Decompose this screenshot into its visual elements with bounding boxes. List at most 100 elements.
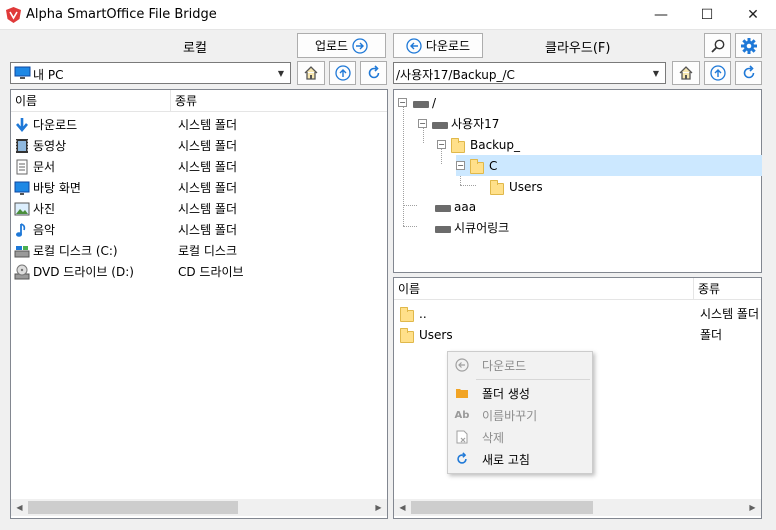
file-name: .. (419, 306, 427, 321)
chevron-down-icon[interactable]: ▼ (647, 63, 665, 83)
chevron-down-icon[interactable]: ▼ (272, 63, 290, 83)
file-type: 시스템 폴더 (700, 307, 760, 321)
tree-node-users[interactable]: Users (490, 176, 543, 197)
list-item[interactable]: 문서 시스템 폴더 (14, 156, 386, 177)
local-home-button[interactable] (297, 61, 325, 85)
tree-node-backup[interactable]: − Backup_ (437, 134, 520, 155)
upload-button[interactable]: 업로드 (297, 33, 386, 58)
home-icon (679, 66, 693, 80)
col-type-header[interactable]: 종류 (694, 278, 761, 300)
download-label: 다운로드 (425, 39, 471, 53)
refresh-icon (743, 65, 754, 79)
local-heading: 로컬 (183, 41, 207, 56)
menu-item-delete[interactable]: 삭제 (450, 426, 591, 448)
maximize-button[interactable]: ☐ (684, 0, 730, 30)
cloud-home-button[interactable] (672, 61, 700, 85)
window-title: Alpha SmartOffice File Bridge (26, 7, 217, 22)
folder-icon (470, 158, 484, 174)
computer-icon (14, 66, 31, 79)
cloud-up-button[interactable] (704, 61, 731, 85)
tree-node-label: Users (509, 179, 543, 194)
menu-item-label: 폴더 생성 (482, 386, 530, 401)
collapse-toggle[interactable]: − (456, 161, 465, 170)
file-type: 시스템 폴더 (178, 118, 238, 132)
local-path-combo[interactable]: 내 PC ▼ (10, 62, 291, 84)
tree-node-label: aaa (454, 199, 477, 214)
refresh-icon (368, 65, 379, 79)
download-arrow-icon (14, 117, 30, 133)
collapse-toggle[interactable]: − (398, 98, 407, 107)
folder-icon (400, 306, 414, 322)
local-hscrollbar[interactable]: ◀ ▶ (11, 499, 387, 516)
scroll-left-icon[interactable]: ◀ (11, 499, 28, 516)
menu-separator (476, 379, 590, 380)
new-folder-icon (456, 389, 468, 398)
tree-node-label: C (489, 158, 498, 173)
desktop-icon (14, 180, 30, 196)
col-name-header[interactable]: 이름 (394, 277, 694, 300)
col-name-header[interactable]: 이름 (11, 89, 171, 112)
settings-button[interactable] (735, 33, 762, 58)
rename-icon: Ab (454, 409, 470, 421)
scroll-left-icon[interactable]: ◀ (394, 499, 411, 516)
collapse-toggle[interactable]: − (418, 119, 427, 128)
video-icon (14, 138, 30, 154)
tree-node-aaa[interactable]: aaa (435, 196, 476, 217)
menu-item-download[interactable]: 다운로드 (450, 354, 591, 376)
menu-item-label: 다운로드 (482, 358, 527, 373)
list-item[interactable]: DVD 드라이브 (D:) CD 드라이브 (14, 261, 386, 282)
cloud-hscrollbar[interactable]: ◀ ▶ (394, 499, 761, 516)
cloud-path-combo[interactable]: /사용자17/Backup_/C ▼ (393, 62, 666, 84)
list-item[interactable]: .. 시스템 폴더 (400, 303, 761, 324)
file-name: 문서 (33, 160, 56, 174)
drive-icon (432, 121, 448, 129)
minimize-button[interactable]: — (638, 0, 684, 30)
scroll-right-icon[interactable]: ▶ (744, 499, 761, 516)
drive-icon (413, 100, 429, 108)
scroll-thumb[interactable] (28, 501, 238, 514)
menu-item-rename[interactable]: Ab 이름바꾸기 (450, 404, 591, 426)
close-button[interactable]: ✕ (730, 0, 776, 30)
file-name: 사진 (33, 202, 56, 216)
list-item[interactable]: 로컬 디스크 (C:) 로컬 디스크 (14, 240, 386, 261)
search-icon (710, 39, 724, 53)
cloud-folder-tree[interactable]: − / − 사용자17 − Backup_ − C Users aaa 시큐어링… (393, 89, 762, 273)
refresh-icon (457, 452, 467, 464)
list-item[interactable]: Users 폴더 (400, 324, 761, 345)
arrow-up-circle-icon (709, 65, 726, 81)
download-button[interactable]: 다운로드 (393, 33, 483, 58)
search-button[interactable] (704, 33, 731, 58)
tree-node-label: Backup_ (470, 137, 520, 152)
list-item[interactable]: 바탕 화면 시스템 폴더 (14, 177, 386, 198)
title-bar: Alpha SmartOffice File Bridge — ☐ ✕ (0, 0, 776, 30)
cloud-path-text: /사용자17/Backup_/C (396, 68, 515, 82)
local-up-button[interactable] (329, 61, 356, 85)
file-type: 시스템 폴더 (178, 160, 238, 174)
collapse-toggle[interactable]: − (437, 140, 446, 149)
tree-node-root[interactable]: − / (398, 92, 436, 113)
file-name: Users (419, 327, 453, 342)
tree-node-securelink[interactable]: 시큐어링크 (435, 217, 509, 238)
list-item[interactable]: 동영상 시스템 폴더 (14, 135, 386, 156)
menu-item-refresh[interactable]: 새로 고침 (450, 448, 591, 470)
scroll-thumb[interactable] (411, 501, 593, 514)
list-item[interactable]: 사진 시스템 폴더 (14, 198, 386, 219)
music-icon (14, 222, 30, 238)
list-item[interactable]: 음악 시스템 폴더 (14, 219, 386, 240)
cloud-refresh-button[interactable] (735, 61, 762, 85)
drive-icon (435, 225, 451, 233)
menu-item-new-folder[interactable]: 폴더 생성 (450, 382, 591, 404)
tree-node-user[interactable]: − 사용자17 (418, 113, 499, 134)
home-icon (304, 66, 318, 80)
local-path-text: 내 PC (33, 68, 64, 82)
file-type: 폴더 (700, 328, 723, 342)
list-item[interactable]: 다운로드 시스템 폴더 (14, 114, 386, 135)
context-menu: 다운로드 폴더 생성 Ab 이름바꾸기 삭제 새로 고침 (447, 351, 593, 474)
upload-label: 업로드 (314, 39, 349, 53)
local-file-list[interactable]: 이름 종류 다운로드 시스템 폴더 동영상 시스템 폴더문서 시스템 폴더바탕 화면 시스… (10, 89, 388, 519)
col-type-header[interactable]: 종류 (171, 90, 387, 112)
tree-node-c[interactable]: − C (456, 155, 762, 176)
scroll-right-icon[interactable]: ▶ (370, 499, 387, 516)
local-refresh-button[interactable] (360, 61, 387, 85)
menu-item-label: 이름바꾸기 (482, 408, 538, 423)
